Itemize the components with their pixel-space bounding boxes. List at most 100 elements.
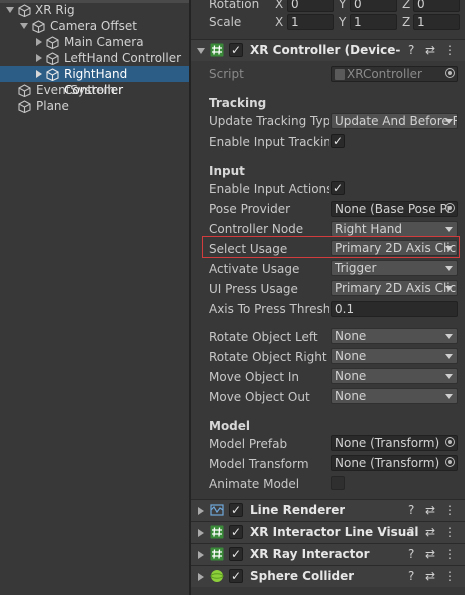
object-picker-icon[interactable] [445, 457, 455, 467]
context-menu-icon[interactable]: ⋮ [444, 43, 456, 57]
enable-input-actions-checkbox[interactable]: ✓ [331, 181, 345, 195]
hierarchy-item-lefthand-controller[interactable]: LeftHand Controller [0, 50, 189, 66]
help-icon[interactable]: ? [408, 525, 414, 539]
scale-label: Scale [209, 15, 242, 29]
context-menu-icon[interactable]: ⋮ [444, 569, 456, 583]
presets-icon[interactable]: ⇄ [425, 525, 435, 539]
scale-z-field[interactable]: 1 [413, 14, 460, 30]
script-hash-icon [210, 547, 224, 561]
update-tracking-type-label: Update Tracking Typ [209, 114, 329, 128]
line-renderer-header[interactable]: ✓ Line Renderer ? ⇄ ⋮ [191, 499, 465, 521]
component-enabled-checkbox[interactable]: ✓ [229, 525, 243, 539]
script-field-value: XRController [347, 67, 422, 81]
foldout-arrow-icon[interactable] [197, 48, 205, 54]
rotation-x-field[interactable]: 0 [287, 0, 334, 12]
component-title: XR Controller (Device-bas [250, 43, 400, 57]
rotation-y-label[interactable]: Y [339, 0, 346, 12]
expand-arrow-icon[interactable] [20, 23, 28, 29]
help-icon[interactable]: ? [408, 43, 414, 57]
rotation-z-field[interactable]: 0 [413, 0, 460, 12]
axis-to-press-threshold-field[interactable]: 0.1 [331, 301, 458, 317]
scale-x-field[interactable]: 1 [287, 14, 334, 30]
move-object-out-dropdown[interactable]: None [331, 388, 458, 404]
context-menu-icon[interactable]: ⋮ [444, 525, 456, 539]
presets-icon[interactable]: ⇄ [425, 43, 435, 57]
help-icon[interactable]: ? [408, 547, 414, 561]
presets-icon[interactable]: ⇄ [425, 569, 435, 583]
object-field-value: None (Transform) [335, 456, 440, 470]
component-header-icons: ? ⇄ ⋮ [408, 43, 456, 57]
xr-ray-interactor-header[interactable]: ✓ XR Ray Interactor ? ⇄ ⋮ [191, 543, 465, 565]
hierarchy-item-label: Main Camera [64, 35, 144, 49]
model-transform-field[interactable]: None (Transform) [331, 455, 458, 471]
rotation-z-label[interactable]: Z [402, 0, 410, 12]
foldout-arrow-icon[interactable] [198, 507, 204, 515]
dropdown-value: None [335, 349, 367, 363]
component-enabled-checkbox[interactable]: ✓ [229, 547, 243, 561]
chevron-down-icon [445, 354, 453, 359]
rotation-x-label[interactable]: X [275, 0, 283, 12]
component-enabled-checkbox[interactable]: ✓ [229, 43, 243, 57]
scale-y-label[interactable]: Y [339, 14, 346, 30]
collapse-arrow-icon[interactable] [36, 54, 42, 62]
context-menu-icon[interactable]: ⋮ [444, 503, 456, 517]
select-usage-dropdown[interactable]: Primary 2D Axis Clic [331, 240, 458, 256]
hierarchy-item-xr-rig[interactable]: XR Rig [0, 2, 189, 18]
component-header-icons: ? ⇄ ⋮ [408, 525, 456, 539]
enable-input-tracking-checkbox[interactable]: ✓ [331, 134, 345, 148]
object-field-value: None (Transform) [335, 436, 440, 450]
help-icon[interactable]: ? [408, 569, 414, 583]
scale-y-field[interactable]: 1 [350, 14, 397, 30]
foldout-arrow-icon[interactable] [198, 529, 204, 537]
presets-icon[interactable]: ⇄ [425, 503, 435, 517]
pose-provider-label: Pose Provider [209, 202, 291, 216]
ui-press-usage-dropdown[interactable]: Primary 2D Axis Clic [331, 280, 458, 296]
component-title: Line Renderer [250, 503, 346, 517]
hierarchy-item-plane[interactable]: Plane [0, 98, 189, 114]
sphere-collider-header[interactable]: ✓ Sphere Collider ? ⇄ ⋮ [191, 565, 465, 587]
help-icon[interactable]: ? [408, 503, 414, 517]
foldout-arrow-icon[interactable] [198, 551, 204, 559]
object-picker-icon[interactable] [445, 203, 455, 213]
scale-x-label[interactable]: X [275, 14, 283, 30]
controller-node-label: Controller Node [209, 222, 304, 236]
context-menu-icon[interactable]: ⋮ [444, 547, 456, 561]
hierarchy-item-camera-offset[interactable]: Camera Offset [0, 18, 189, 34]
controller-node-dropdown[interactable]: Right Hand [331, 221, 458, 237]
rotation-label: Rotation [209, 0, 260, 11]
collapse-arrow-icon[interactable] [36, 38, 42, 46]
collapse-arrow-icon[interactable] [36, 70, 42, 78]
move-object-in-dropdown[interactable]: None [331, 368, 458, 384]
rotate-object-left-dropdown[interactable]: None [331, 328, 458, 344]
xr-controller-header[interactable]: ✓ XR Controller (Device-bas ? ⇄ ⋮ [191, 39, 465, 61]
rotate-object-right-dropdown[interactable]: None [331, 348, 458, 364]
gameobject-cube-icon [32, 20, 45, 33]
object-picker-icon[interactable] [445, 68, 455, 78]
expand-arrow-icon[interactable] [6, 7, 14, 13]
model-prefab-field[interactable]: None (Transform) [331, 435, 458, 451]
pose-provider-field[interactable]: None (Base Pose Pr [331, 201, 458, 217]
hierarchy-item-eventsystem[interactable]: EventSystem [0, 82, 189, 98]
presets-icon[interactable]: ⇄ [425, 547, 435, 561]
foldout-arrow-icon[interactable] [198, 573, 204, 581]
gameobject-cube-icon [46, 36, 59, 49]
hierarchy-item-main-camera[interactable]: Main Camera [0, 34, 189, 50]
object-picker-icon[interactable] [445, 437, 455, 447]
input-heading: Input [209, 164, 245, 178]
animate-model-checkbox[interactable] [331, 476, 345, 490]
chevron-down-icon [445, 266, 453, 271]
script-field[interactable]: XRController [331, 66, 458, 82]
hierarchy-item-righthand-controller[interactable]: RightHand Controller [0, 66, 189, 97]
gameobject-cube-icon [46, 68, 59, 81]
update-tracking-type-dropdown[interactable]: Update And Before R [331, 113, 458, 129]
xr-interactor-line-visual-header[interactable]: ✓ XR Interactor Line Visual ? ⇄ ⋮ [191, 521, 465, 543]
script-file-icon [335, 69, 345, 80]
hierarchy-item-label: Plane [36, 99, 69, 113]
component-enabled-checkbox[interactable]: ✓ [229, 569, 243, 583]
activate-usage-dropdown[interactable]: Trigger [331, 260, 458, 276]
component-enabled-checkbox[interactable]: ✓ [229, 503, 243, 517]
gameobject-cube-icon [46, 52, 59, 65]
scale-z-label[interactable]: Z [402, 14, 410, 30]
select-usage-label: Select Usage [209, 242, 288, 256]
rotation-y-field[interactable]: 0 [350, 0, 397, 12]
